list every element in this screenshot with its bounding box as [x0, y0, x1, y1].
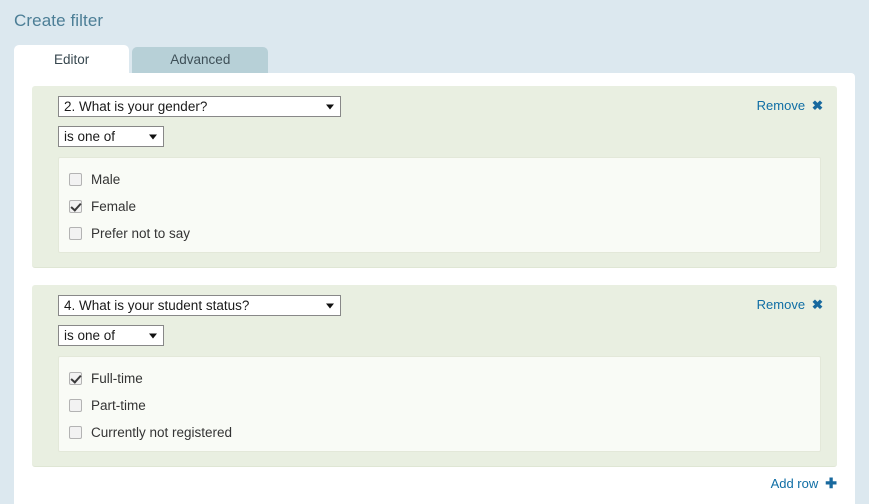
chevron-down-icon — [326, 104, 334, 109]
options-box: Full-time Part-time Currently not regist… — [58, 356, 821, 452]
option-row[interactable]: Prefer not to say — [69, 220, 820, 247]
operator-select[interactable]: is one of — [58, 325, 164, 346]
option-row[interactable]: Female — [69, 193, 820, 220]
create-filter-screen: Create filter Editor Advanced Remove ✖ 2.… — [0, 0, 869, 504]
add-row-label: Add row — [770, 476, 819, 491]
chevron-down-icon — [149, 134, 157, 139]
option-row[interactable]: Male — [69, 166, 820, 193]
close-x-icon: ✖ — [811, 98, 824, 113]
option-label: Full-time — [91, 370, 143, 386]
filter-row: Remove ✖ 2. What is your gender? is one o… — [32, 86, 837, 268]
option-row[interactable]: Full-time — [69, 365, 820, 392]
filter-row: Remove ✖ 4. What is your student status? … — [32, 285, 837, 467]
question-select[interactable]: 2. What is your gender? — [58, 96, 341, 117]
options-box: Male Female Prefer not to say — [58, 157, 821, 253]
chevron-down-icon — [149, 333, 157, 338]
remove-filter-label: Remove — [756, 297, 806, 312]
option-checkbox[interactable] — [69, 173, 82, 186]
remove-filter-label: Remove — [756, 98, 806, 113]
option-label: Currently not registered — [91, 424, 233, 440]
tab-strip: Editor Advanced — [14, 45, 269, 74]
question-select-value: 4. What is your student status? — [64, 298, 250, 313]
plus-icon: ✚ — [825, 475, 837, 491]
option-checkbox[interactable] — [69, 399, 82, 412]
option-checkbox[interactable] — [69, 426, 82, 439]
remove-filter-button[interactable]: Remove ✖ — [756, 297, 824, 313]
tab-advanced[interactable]: Advanced — [132, 47, 269, 74]
add-row-button[interactable]: Add row ✚ — [771, 475, 837, 492]
chevron-down-icon — [326, 303, 334, 308]
tab-editor[interactable]: Editor — [14, 45, 130, 74]
operator-select-value: is one of — [64, 328, 116, 343]
operator-select-value: is one of — [64, 129, 116, 144]
question-select[interactable]: 4. What is your student status? — [58, 295, 341, 316]
option-label: Male — [91, 171, 121, 187]
option-checkbox[interactable] — [69, 372, 82, 385]
operator-select[interactable]: is one of — [58, 126, 164, 147]
option-checkbox[interactable] — [69, 200, 82, 213]
page-title: Create filter — [14, 11, 104, 30]
option-row[interactable]: Part-time — [69, 392, 820, 419]
editor-panel: Remove ✖ 2. What is your gender? is one o… — [14, 73, 855, 504]
option-label: Part-time — [91, 397, 146, 413]
remove-filter-button[interactable]: Remove ✖ — [756, 98, 824, 114]
option-label: Female — [91, 198, 137, 214]
option-row[interactable]: Currently not registered — [69, 419, 820, 446]
close-x-icon: ✖ — [811, 297, 824, 312]
option-label: Prefer not to say — [91, 225, 191, 241]
question-select-value: 2. What is your gender? — [64, 99, 208, 114]
option-checkbox[interactable] — [69, 227, 82, 240]
